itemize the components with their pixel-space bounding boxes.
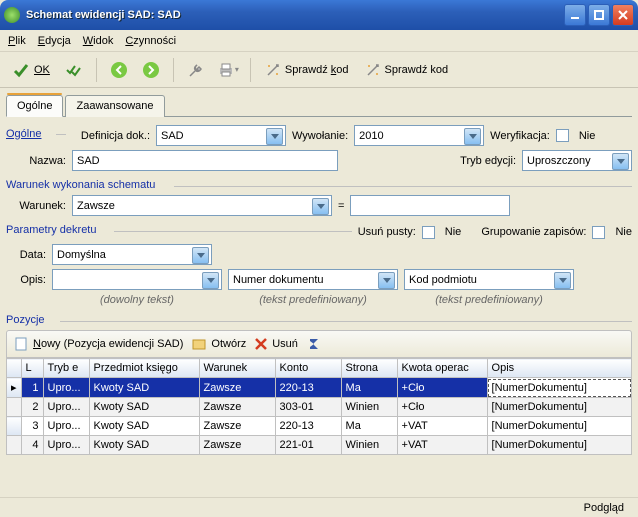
col-warunek[interactable]: Warunek [199,359,275,378]
new-icon [13,336,29,352]
table-row[interactable]: 4Upro...Kwoty SAD Zawsze221-01Winien +VA… [7,436,632,455]
warunek-select[interactable]: Zawsze [72,195,332,216]
forward-button[interactable] [137,56,165,84]
opis-label: Opis: [6,274,46,286]
group-param-title: Parametry dekretu [6,224,352,236]
check-code-label-2: Sprawdź kod [385,64,449,76]
status-podglad: Podgląd [584,502,624,514]
col-kwota[interactable]: Kwota operac [397,359,487,378]
tryb-label: Tryb edycji: [460,155,516,167]
maximize-button[interactable] [588,4,610,26]
print-button[interactable]: ▾ [214,56,242,84]
usun-pusty-label: Usuń pusty: [358,226,416,238]
menu-czynnosci[interactable]: Czynności [125,35,176,47]
minimize-button[interactable] [564,4,586,26]
menu-edycja[interactable]: Edycja [38,35,71,47]
titlebar: Schemat ewidencji SAD: SAD [0,0,638,30]
tab-zaawansowane[interactable]: Zaawansowane [65,95,164,117]
nazwa-label: Nazwa: [6,155,66,167]
menu-plik[interactable]: Plik [8,35,26,47]
hint-dowolny: (dowolny tekst) [52,294,222,306]
wand-icon [265,62,281,78]
pozycje-grid[interactable]: L Tryb e Przedmiot księgo Warunek Konto … [6,358,632,455]
check-code-button-2[interactable]: Sprawdź kod [359,56,455,84]
hint-pred1: (tekst predefiniowany) [228,294,398,306]
usun-pusty-checkbox[interactable] [422,226,435,239]
tools-button[interactable] [182,56,210,84]
check-icon [12,61,30,79]
definicja-label: Definicja dok.: [72,130,150,142]
col-konto[interactable]: Konto [275,359,341,378]
toolbar: OK ▾ Sprawdź kod Sprawdź kod [0,52,638,88]
usun-button[interactable]: Usuń [254,337,298,351]
print-icon [217,61,235,79]
data-label: Data: [6,249,46,261]
group-ogolne-title: Ogólne [6,128,41,140]
menu-widok[interactable]: Widok [83,35,114,47]
list-toolbar: Nowy (Pozycja ewidencji SAD) Otwórz Usuń [6,330,632,358]
group-warunek-title: Warunek wykonania schematu [6,179,632,191]
sigma-icon [306,336,322,352]
arrow-left-icon [110,61,128,79]
close-button[interactable] [612,4,634,26]
open-icon [191,336,207,352]
wywolanie-label: Wywołanie: [292,130,348,142]
menubar: Plik Edycja Widok Czynności [0,30,638,52]
opis-pred2-select[interactable]: Kod podmiotu [404,269,574,290]
window-title: Schemat ewidencji SAD: SAD [26,9,562,21]
opis-pred1-select[interactable]: Numer dokumentu [228,269,398,290]
app-icon [4,7,20,23]
col-l[interactable]: L [21,359,43,378]
table-row[interactable]: 2Upro...Kwoty SAD Zawsze303-01Winien +Cł… [7,398,632,417]
equals-label: = [338,200,344,212]
grupowanie-value: Nie [615,226,632,238]
col-strona[interactable]: Strona [341,359,397,378]
table-row[interactable]: 3Upro...Kwoty SAD Zawsze220-13Ma +VAT[Nu… [7,417,632,436]
col-opis[interactable]: Opis [487,359,631,378]
table-row[interactable]: ▸ 1Upro...Kwoty SAD Zawsze220-13Ma +Cło[… [7,378,632,398]
back-button[interactable] [105,56,133,84]
ok-button[interactable]: OK [6,56,56,84]
hint-pred2: (tekst predefiniowany) [404,294,574,306]
data-select[interactable]: Domyślna [52,244,212,265]
col-tryb[interactable]: Tryb e [43,359,89,378]
tab-bar: Ogólne Zaawansowane [6,94,632,117]
tab-ogolne[interactable]: Ogólne [6,95,63,117]
grupowanie-checkbox[interactable] [592,226,605,239]
weryfikacja-checkbox[interactable] [556,129,569,142]
definicja-select[interactable]: SAD [156,125,286,146]
tools-icon [187,61,205,79]
sum-button[interactable] [306,336,322,352]
nowy-button[interactable]: Nowy (Pozycja ewidencji SAD) [13,336,183,352]
statusbar: Podgląd [0,497,638,517]
opis-text-select[interactable] [52,269,222,290]
check-code-button-1[interactable]: Sprawdź kod [259,56,355,84]
wand-icon [365,62,381,78]
delete-icon [254,337,268,351]
col-przedmiot[interactable]: Przedmiot księgo [89,359,199,378]
otworz-button[interactable]: Otwórz [191,336,246,352]
tryb-select[interactable]: Uproszczony [522,150,632,171]
nazwa-input[interactable] [72,150,338,171]
wywolanie-select[interactable]: 2010 [354,125,484,146]
warunek-value-input[interactable] [350,195,510,216]
weryfikacja-value: Nie [579,130,596,142]
arrow-right-icon [142,61,160,79]
group-pozycje-title: Pozycje [6,314,632,326]
ok-label: OK [34,64,50,76]
double-check-icon [65,61,83,79]
grupowanie-label: Grupowanie zapisów: [481,226,586,238]
check-code-label-1: Sprawdź kod [285,64,349,76]
warunek-label: Warunek: [6,200,66,212]
weryfikacja-label: Weryfikacja: [490,130,550,142]
apply-button[interactable] [60,56,88,84]
usun-pusty-value: Nie [445,226,462,238]
